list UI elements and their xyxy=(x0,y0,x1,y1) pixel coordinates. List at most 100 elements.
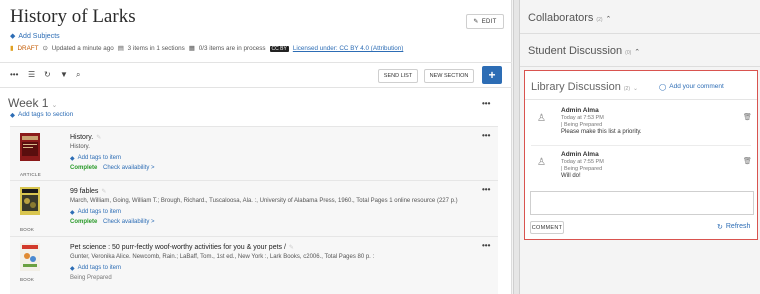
new-section-button[interactable]: NEW SECTION xyxy=(424,69,474,83)
comment-author: Admin Alma xyxy=(561,107,599,114)
pencil-icon: ✎ xyxy=(101,189,107,195)
item-status: Being Prepared xyxy=(70,275,112,281)
pencil-icon: ✎ xyxy=(96,135,102,141)
add-tags-section-label: Add tags to section xyxy=(18,111,74,118)
add-comment-label: Add your comment xyxy=(669,83,724,90)
list-item[interactable]: ARTICLE History. ✎ History. ◆ Add tags t… xyxy=(10,126,498,180)
check-availability-link[interactable]: Check availability > xyxy=(103,219,155,225)
page-title: History of Larks xyxy=(10,6,136,27)
item-title[interactable]: History. ✎ xyxy=(70,134,101,141)
add-comment-link[interactable]: ◯ Add your comment xyxy=(659,83,724,91)
divider xyxy=(520,33,760,34)
comment-input[interactable] xyxy=(530,191,754,215)
edit-button[interactable]: ✎ EDIT xyxy=(466,14,504,29)
item-title[interactable]: 99 fables ✎ xyxy=(70,188,106,195)
trash-icon[interactable]: 🗑 xyxy=(743,113,752,121)
library-discussion-header[interactable]: Library Discussion (2) ⌄ xyxy=(531,81,638,93)
chevron-down-icon: ⌄ xyxy=(51,102,58,109)
add-subjects-link[interactable]: ◆ Add Subjects xyxy=(10,32,60,41)
process-icon: ▦ xyxy=(188,45,195,52)
panel-resize-handle[interactable] xyxy=(513,0,520,294)
item-subtitle: Gunter, Veronika Alice. Newcomb, Rain.; … xyxy=(70,254,375,260)
chevron-down-icon: ⌄ xyxy=(633,86,639,92)
library-discussion-count: (2) xyxy=(623,86,630,92)
status-complete: Complete xyxy=(70,219,98,225)
book-thumbnail xyxy=(20,187,40,215)
book-icon: ▤ xyxy=(117,45,124,52)
item-type: BOOK xyxy=(20,227,35,232)
library-discussion-panel: Library Discussion (2) ⌄ ◯ Add your comm… xyxy=(524,70,758,240)
updated-text: Updated a minute ago xyxy=(51,45,114,52)
list-toolbar: ••• ☰ ↻ ▼ ⌕ SEND LIST NEW SECTION + xyxy=(0,62,512,88)
divider xyxy=(520,66,760,67)
chevron-up-icon: ⌃ xyxy=(634,49,641,56)
check-availability-link[interactable]: Check availability > xyxy=(103,165,155,171)
comment-item: ♙ Admin Alma Today at 7:55 PM | Being Pr… xyxy=(525,151,757,187)
section-title[interactable]: Week 1 ⌄ xyxy=(8,96,57,110)
trash-icon[interactable]: 🗑 xyxy=(743,157,752,165)
status-complete: Complete xyxy=(70,165,98,171)
tag-icon: ◆ xyxy=(70,156,75,162)
add-tags-item-link[interactable]: ◆ Add tags to item xyxy=(70,155,121,162)
reading-list-main-panel: History of Larks ✎ EDIT ◆ Add Subjects ▮… xyxy=(0,0,512,294)
send-list-button[interactable]: SEND LIST xyxy=(378,69,418,83)
student-discussion-label: Student Discussion xyxy=(528,45,623,57)
draft-icon: ▮ xyxy=(10,45,14,52)
refresh-icon: ↻ xyxy=(717,224,723,231)
add-tags-section-link[interactable]: ◆ Add tags to section xyxy=(10,111,73,119)
tag-icon: ◆ xyxy=(10,33,16,40)
add-tags-item-label: Add tags to item xyxy=(77,209,121,215)
comment-icon: ◯ xyxy=(659,84,667,91)
item-menu-icon[interactable]: ••• xyxy=(482,131,490,140)
item-menu-icon[interactable]: ••• xyxy=(482,185,490,194)
item-title-text: History. xyxy=(70,134,94,141)
refresh-link[interactable]: ↻ Refresh xyxy=(717,223,750,231)
comment-author: Admin Alma xyxy=(561,151,599,158)
clock-icon: ⊙ xyxy=(42,45,48,52)
add-tags-item-label: Add tags to item xyxy=(77,155,121,161)
student-discussion-header[interactable]: Student Discussion (0) ⌃ xyxy=(528,45,640,57)
list-icon[interactable]: ☰ xyxy=(28,70,35,79)
comment-button[interactable]: COMMENT xyxy=(530,221,564,234)
collaborators-header[interactable]: Collaborators (2) ⌃ xyxy=(528,12,611,24)
item-title-text: Pet science : 50 purr-fectly woof-worthy… xyxy=(70,244,286,251)
edit-button-label: EDIT xyxy=(481,18,497,25)
add-tags-item-link[interactable]: ◆ Add tags to item xyxy=(70,265,121,272)
divider xyxy=(525,99,757,100)
book-thumbnail xyxy=(20,243,40,271)
comment-state: | Being Prepared xyxy=(561,166,603,172)
section-title-label: Week 1 xyxy=(8,96,49,110)
ellipsis-icon[interactable]: ••• xyxy=(10,70,18,79)
section-menu-icon[interactable]: ••• xyxy=(482,99,490,108)
divider xyxy=(531,145,751,146)
item-title[interactable]: Pet science : 50 purr-fectly woof-worthy… xyxy=(70,244,294,251)
collaborators-label: Collaborators xyxy=(528,12,594,24)
pencil-icon: ✎ xyxy=(473,19,479,25)
article-thumbnail xyxy=(20,133,40,161)
status-being-prepared: Being Prepared xyxy=(70,275,112,281)
item-title-text: 99 fables xyxy=(70,188,99,195)
comment-state: | Being Prepared xyxy=(561,122,603,128)
add-item-button[interactable]: + xyxy=(482,66,502,84)
item-status: Complete Check availability > xyxy=(70,165,155,171)
item-type: ARTICLE xyxy=(20,172,42,177)
filter-icon[interactable]: ▼ xyxy=(60,70,68,79)
add-tags-item-label: Add tags to item xyxy=(77,265,121,271)
search-icon[interactable]: ⌕ xyxy=(76,70,80,80)
user-avatar-icon: ♙ xyxy=(537,157,546,168)
tag-icon: ◆ xyxy=(10,112,15,119)
process-count: 0/3 items are in process xyxy=(198,45,266,52)
refresh-icon[interactable]: ↻ xyxy=(44,70,51,79)
add-tags-item-link[interactable]: ◆ Add tags to item xyxy=(70,209,121,216)
license-link[interactable]: Licensed under: CC BY 4.0 (Attribution) xyxy=(293,45,404,52)
comment-text: Please make this list a priority. xyxy=(561,129,642,135)
item-subtitle: March, William, Going, William T.; Broug… xyxy=(70,198,458,204)
item-menu-icon[interactable]: ••• xyxy=(482,241,490,250)
plus-icon: + xyxy=(488,68,496,82)
pencil-icon: ✎ xyxy=(288,245,294,251)
list-item[interactable]: BOOK 99 fables ✎ March, William, Going, … xyxy=(10,180,498,236)
collaborators-count: (2) xyxy=(596,17,603,23)
list-item[interactable]: BOOK Pet science : 50 purr-fectly woof-w… xyxy=(10,236,498,294)
student-discussion-count: (0) xyxy=(625,50,632,56)
add-subjects-label: Add Subjects xyxy=(18,32,60,40)
